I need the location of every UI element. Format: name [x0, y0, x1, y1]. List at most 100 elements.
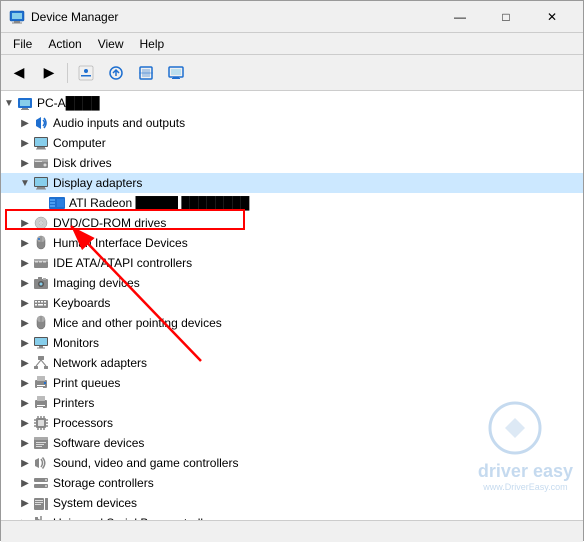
- disk-icon: [33, 155, 49, 171]
- ide-label: IDE ATA/ATAPI controllers: [53, 256, 192, 270]
- display-label: Display adapters: [53, 176, 142, 190]
- ati-icon: [49, 195, 65, 211]
- tree-node-ati[interactable]: ATI Radeon █████ ████████: [1, 193, 583, 213]
- network-label: Network adapters: [53, 356, 147, 370]
- toolbar-scan[interactable]: [132, 59, 160, 87]
- menu-file[interactable]: File: [5, 35, 40, 53]
- menu-bar: File Action View Help: [1, 33, 583, 55]
- tree-node-imaging[interactable]: ▶ Imaging devices: [1, 273, 583, 293]
- printers-icon: [33, 395, 49, 411]
- hid-icon: [33, 235, 49, 251]
- content-wrapper: ▼ PC-A████ ▶ Audio: [1, 91, 583, 520]
- toolbar-display[interactable]: [162, 59, 190, 87]
- display-icon: [33, 175, 49, 191]
- toolbar-forward[interactable]: ▶: [35, 59, 63, 87]
- disk-expander[interactable]: ▶: [17, 155, 33, 171]
- dvd-label: DVD/CD-ROM drives: [53, 216, 166, 230]
- dvd-expander[interactable]: ▶: [17, 215, 33, 231]
- processors-expander[interactable]: ▶: [17, 415, 33, 431]
- tree-node-dvd[interactable]: ▶ DVD/CD-ROM drives: [1, 213, 583, 233]
- printers-label: Printers: [53, 396, 94, 410]
- software-icon: [33, 435, 49, 451]
- tree-node-monitors[interactable]: ▶ Monitors: [1, 333, 583, 353]
- system-expander[interactable]: ▶: [17, 495, 33, 511]
- audio-expander[interactable]: ▶: [17, 115, 33, 131]
- printers-expander[interactable]: ▶: [17, 395, 33, 411]
- computer-expander[interactable]: ▶: [17, 135, 33, 151]
- tree-node-software[interactable]: ▶ Software devices: [1, 433, 583, 453]
- monitors-label: Monitors: [53, 336, 99, 350]
- maximize-button[interactable]: □: [483, 1, 529, 33]
- keyboards-label: Keyboards: [53, 296, 110, 310]
- root-expander[interactable]: ▼: [1, 95, 17, 111]
- ide-expander[interactable]: ▶: [17, 255, 33, 271]
- tree-node-sound[interactable]: ▶ Sound, video and game controllers: [1, 453, 583, 473]
- ide-icon: [33, 255, 49, 271]
- software-expander[interactable]: ▶: [17, 435, 33, 451]
- keyboards-expander[interactable]: ▶: [17, 295, 33, 311]
- hid-label: Human Interface Devices: [53, 236, 188, 250]
- title-bar-icon: [9, 9, 25, 25]
- tree-node-computer[interactable]: ▶ Computer: [1, 133, 583, 153]
- processors-label: Processors: [53, 416, 113, 430]
- processors-icon: [33, 415, 49, 431]
- toolbar-update[interactable]: [102, 59, 130, 87]
- audio-icon: [33, 115, 49, 131]
- dvd-icon: [33, 215, 49, 231]
- printq-expander[interactable]: ▶: [17, 375, 33, 391]
- close-button[interactable]: ✕: [529, 1, 575, 33]
- monitors-icon: [33, 335, 49, 351]
- storage-icon: [33, 475, 49, 491]
- imaging-icon: [33, 275, 49, 291]
- usb-label: Universal Serial Bus controllers: [53, 516, 220, 520]
- tree-node-ide[interactable]: ▶ IDE ATA/ATAPI controllers: [1, 253, 583, 273]
- mice-expander[interactable]: ▶: [17, 315, 33, 331]
- tree-node-hid[interactable]: ▶ Human Interface Devices: [1, 233, 583, 253]
- usb-icon: [33, 515, 49, 520]
- tree-container[interactable]: ▼ PC-A████ ▶ Audio: [1, 91, 583, 520]
- window-controls: — □ ✕: [437, 1, 575, 33]
- sound-label: Sound, video and game controllers: [53, 456, 238, 470]
- tree-node-storage[interactable]: ▶ Storage controllers: [1, 473, 583, 493]
- minimize-button[interactable]: —: [437, 1, 483, 33]
- tree-node-audio[interactable]: ▶ Audio inputs and outputs: [1, 113, 583, 133]
- tree-node-keyboards[interactable]: ▶ Keyboards: [1, 293, 583, 313]
- tree-node-network[interactable]: ▶ Network adapters: [1, 353, 583, 373]
- software-label: Software devices: [53, 436, 144, 450]
- menu-action[interactable]: Action: [40, 35, 89, 53]
- tree-node-system[interactable]: ▶ System devices: [1, 493, 583, 513]
- toolbar-separator-1: [67, 63, 68, 83]
- ati-expander: [33, 195, 49, 211]
- mice-label: Mice and other pointing devices: [53, 316, 222, 330]
- hid-expander[interactable]: ▶: [17, 235, 33, 251]
- tree-node-mice[interactable]: ▶ Mice and other pointing devices: [1, 313, 583, 333]
- mice-icon: [33, 315, 49, 331]
- toolbar-properties[interactable]: [72, 59, 100, 87]
- tree-root[interactable]: ▼ PC-A████: [1, 93, 583, 113]
- computer-icon: [33, 135, 49, 151]
- network-expander[interactable]: ▶: [17, 355, 33, 371]
- sound-icon: [33, 455, 49, 471]
- window-title: Device Manager: [31, 10, 437, 24]
- tree-node-disk[interactable]: ▶ Disk drives: [1, 153, 583, 173]
- tree-node-usb[interactable]: ▶ Universal Serial Bus controllers: [1, 513, 583, 520]
- monitors-expander[interactable]: ▶: [17, 335, 33, 351]
- status-bar: [1, 520, 583, 542]
- tree-node-processors[interactable]: ▶ Proces: [1, 413, 583, 433]
- tree-node-printq[interactable]: ▶ Print queues: [1, 373, 583, 393]
- tree-node-printers[interactable]: ▶ Printers: [1, 393, 583, 413]
- sound-expander[interactable]: ▶: [17, 455, 33, 471]
- menu-view[interactable]: View: [90, 35, 132, 53]
- display-expander[interactable]: ▼: [17, 175, 33, 191]
- tree-node-display[interactable]: ▼ Display adapters: [1, 173, 583, 193]
- toolbar-back[interactable]: ◀: [5, 59, 33, 87]
- printq-label: Print queues: [53, 376, 120, 390]
- imaging-expander[interactable]: ▶: [17, 275, 33, 291]
- computer-label: Computer: [53, 136, 106, 150]
- system-label: System devices: [53, 496, 137, 510]
- audio-label: Audio inputs and outputs: [53, 116, 185, 130]
- menu-help[interactable]: Help: [132, 35, 173, 53]
- keyboards-icon: [33, 295, 49, 311]
- storage-expander[interactable]: ▶: [17, 475, 33, 491]
- usb-expander[interactable]: ▶: [17, 515, 33, 520]
